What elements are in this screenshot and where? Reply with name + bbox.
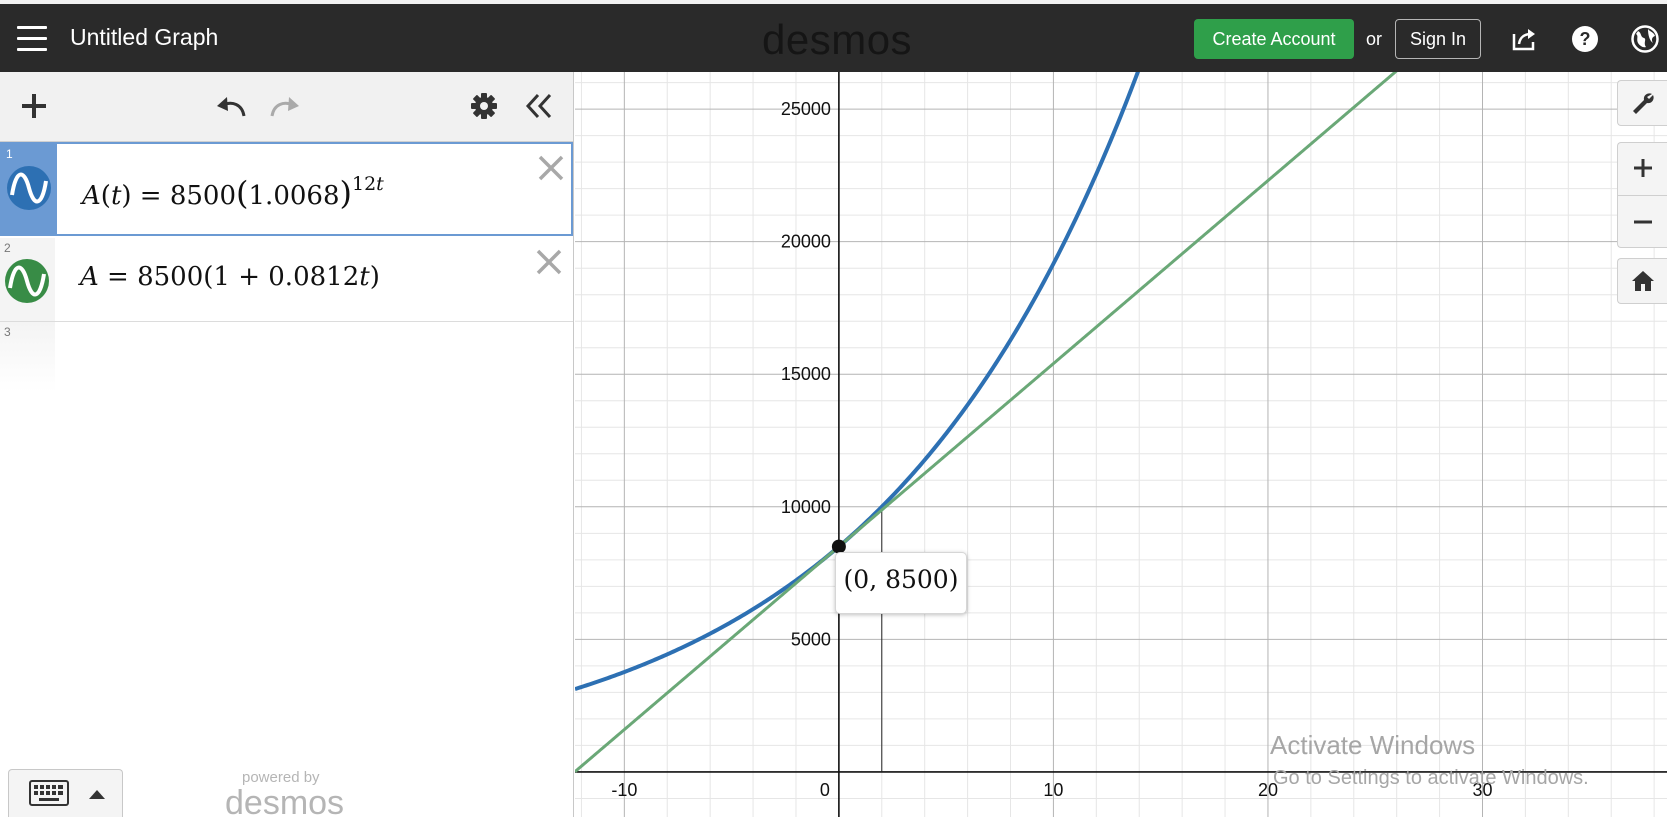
home-button[interactable] [1617, 258, 1667, 304]
sign-in-button[interactable]: Sign In [1395, 19, 1481, 59]
axes [575, 72, 1667, 817]
x-tick-label: 0 [820, 780, 830, 800]
share-icon[interactable] [1509, 24, 1539, 54]
minor-gridlines [575, 72, 1667, 817]
linear-line[interactable] [575, 72, 1487, 773]
wrench-icon [1633, 93, 1654, 114]
caret-up-icon [89, 790, 105, 799]
expression-row-2[interactable]: 2 A = 8500(1 + 0.0812t) [0, 238, 573, 322]
expression-2-math[interactable]: A = 8500(1 + 0.0812t) [80, 262, 380, 292]
zoom-out-icon[interactable] [1633, 212, 1653, 232]
graph-settings-button[interactable] [1617, 80, 1667, 126]
point-coordinate-text: (0, 8500) [843, 565, 959, 594]
expression-row-3[interactable]: 3 [0, 322, 55, 392]
undo-icon[interactable] [214, 92, 248, 120]
graph-paper[interactable]: -10 0 10 20 30 5000 10000 15000 20000 25000 (0, 8… [575, 72, 1667, 817]
top-bar: Untitled Graph desmos Create Account or … [0, 0, 1667, 72]
tick-labels: -10 0 10 20 30500010000150002000025000 [611, 99, 1492, 800]
blue-curve-icon[interactable] [6, 165, 52, 211]
delete-expression-icon[interactable] [535, 248, 563, 276]
y-tick-label: 20000 [781, 232, 831, 252]
create-account-button[interactable]: Create Account [1194, 19, 1354, 59]
major-gridlines [575, 72, 1667, 817]
x-tick-label: 10 [1043, 780, 1063, 800]
zoom-in-icon[interactable] [1633, 158, 1653, 178]
expression-1-math[interactable]: A(t) = 8500(1.0068)12t [82, 173, 384, 212]
collapse-panel-icon[interactable] [524, 92, 554, 120]
x-tick-label: -10 [611, 780, 637, 800]
activate-windows-title: Activate Windows [1270, 730, 1476, 760]
add-expression-icon[interactable] [20, 92, 48, 120]
zoom-divider [1618, 195, 1667, 196]
expression-row-1[interactable]: 1 A(t) = 8500(1.0068)12t [0, 142, 573, 236]
expression-panel: 1 A(t) = 8500(1.0068)12t 2 A = 8500(1 + … [0, 72, 574, 822]
desmos-logo: desmos [762, 16, 913, 63]
keyboard-toggle-button[interactable] [8, 769, 123, 817]
help-icon[interactable]: ? [1570, 24, 1600, 54]
green-curve-icon[interactable] [4, 258, 50, 304]
graph-title[interactable]: Untitled Graph [70, 24, 218, 51]
powered-by-desmos-logo: desmos [225, 784, 345, 822]
expression-number: 2 [4, 241, 11, 255]
expression-number: 1 [6, 147, 13, 161]
point-coordinate-label[interactable]: (0, 8500) [835, 552, 967, 614]
y-tick-label: 25000 [781, 99, 831, 119]
y-tick-label: 15000 [781, 364, 831, 384]
menu-icon[interactable] [17, 26, 47, 52]
expression-toolbar [0, 72, 573, 142]
home-icon [1632, 271, 1654, 291]
keyboard-icon [29, 780, 69, 806]
activate-windows-subtitle: Go to Settings to activate Windows. [1273, 767, 1589, 789]
expression-number: 3 [4, 325, 11, 339]
svg-text:?: ? [1580, 29, 1591, 49]
globe-icon[interactable] [1630, 24, 1660, 54]
y-tick-label: 5000 [791, 629, 831, 649]
delete-expression-icon[interactable] [537, 154, 565, 182]
settings-gear-icon[interactable] [470, 92, 498, 120]
graph-canvas[interactable]: -10 0 10 20 30500010000150002000025000 [575, 72, 1667, 817]
zoom-controls [1617, 142, 1667, 248]
redo-icon[interactable] [268, 92, 302, 120]
or-label: or [1366, 29, 1383, 49]
y-tick-label: 10000 [781, 497, 831, 517]
